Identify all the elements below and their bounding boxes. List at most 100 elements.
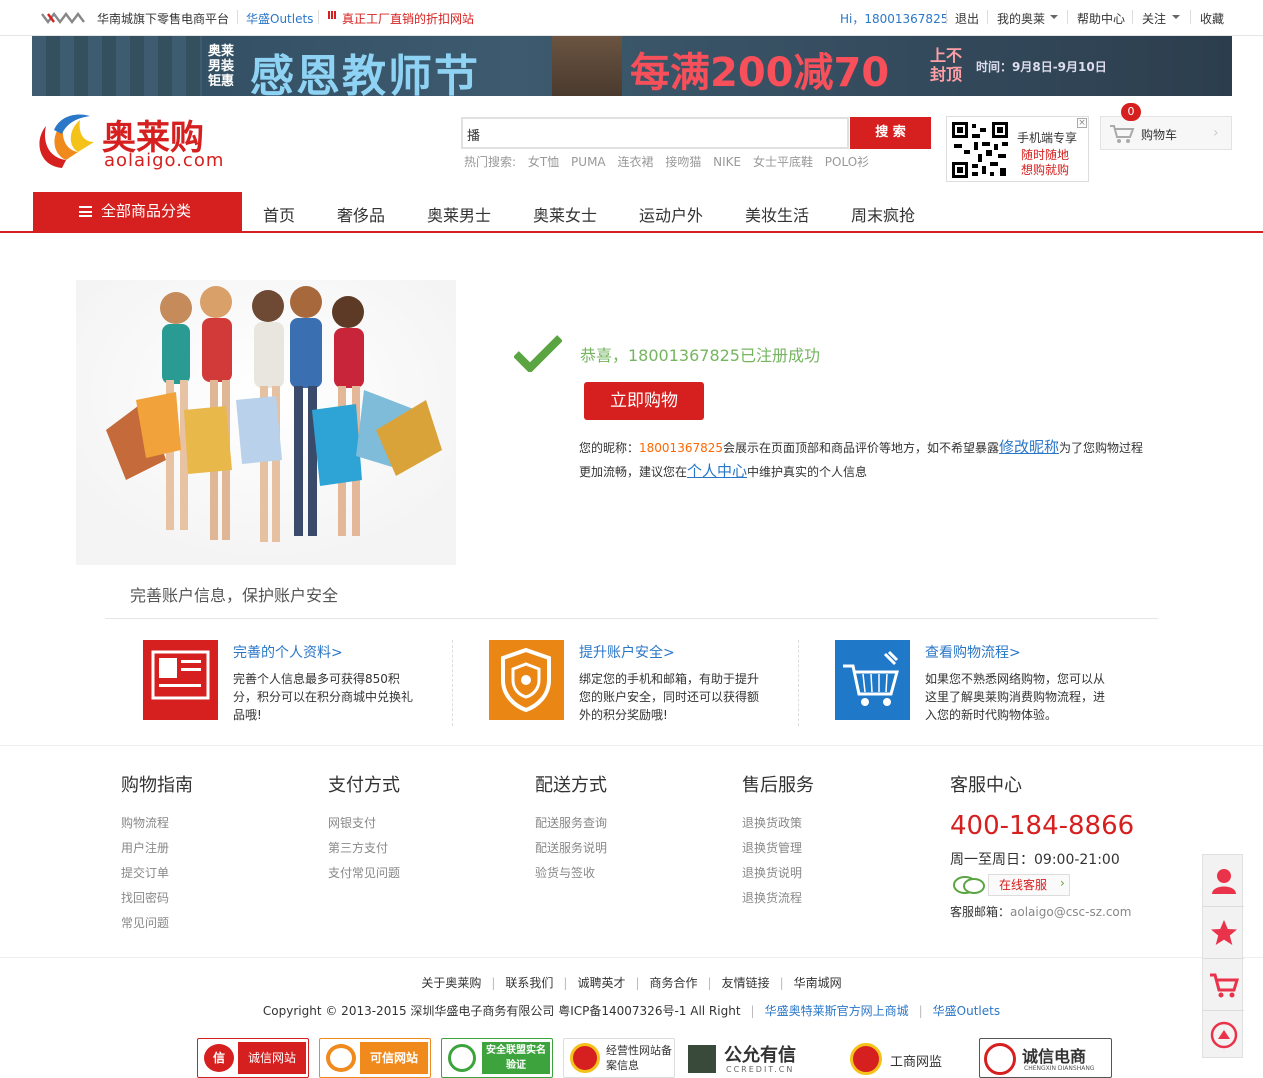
help-link[interactable]: 帮助中心 bbox=[1077, 10, 1125, 27]
footer-link[interactable]: 配送服务查询 bbox=[535, 811, 607, 836]
huanancheng-link[interactable]: 华南城网 bbox=[794, 976, 842, 990]
badge-anquan[interactable]: 安全联盟实名验证 bbox=[441, 1038, 553, 1078]
footer-link[interactable]: 配送服务说明 bbox=[535, 836, 607, 861]
hot-search-item[interactable]: NIKE bbox=[713, 155, 741, 169]
mall-link[interactable]: 华盛奥特莱斯官方网上商城 bbox=[765, 1004, 909, 1018]
card-desc: 如果您不熟悉网络购物，您可以从这里了解奥莱购消费购物流程，进入您的新时代购物体验… bbox=[925, 672, 1106, 722]
profile-info: 更加流畅，建议您在个人中心中维护真实的个人信息 bbox=[579, 462, 868, 480]
badge-kexin[interactable]: 可信网站 bbox=[319, 1038, 431, 1078]
chevron-right-icon: › bbox=[1060, 876, 1065, 890]
footer-link[interactable]: 验货与签收 bbox=[535, 861, 607, 886]
all-categories-button[interactable]: 全部商品分类 bbox=[33, 192, 242, 233]
footer-link[interactable]: 退换货政策 bbox=[742, 811, 814, 836]
footer-link[interactable]: 退换货管理 bbox=[742, 836, 814, 861]
card-security[interactable]: 提升账户安全> 绑定您的手机和邮箱，有助于提升您的账户安全，同时还可以获得额外的… bbox=[489, 640, 809, 725]
nickname-info: 您的昵称：18001367825会展示在页面顶部和商品评价等地方，如不希望暴露修… bbox=[579, 438, 1144, 456]
success-message: 恭喜，18001367825已注册成功 bbox=[580, 346, 820, 365]
footer-link[interactable]: 购物流程 bbox=[121, 811, 193, 836]
hot-search-label: 热门搜索: bbox=[464, 155, 517, 169]
card-profile[interactable]: 完善的个人资料> 完善个人信息最多可获得850积分，积分可以在积分商城中兑换礼品… bbox=[143, 640, 463, 725]
close-icon[interactable]: × bbox=[1077, 118, 1087, 128]
cart-button[interactable]: 购物车 › 0 bbox=[1100, 103, 1232, 150]
service-hours: 周一至周日：09:00-21:00 bbox=[950, 852, 1120, 868]
shop-now-button[interactable]: 立即购物 bbox=[584, 382, 704, 420]
outlets-footer-link[interactable]: 华盛Outlets bbox=[933, 1004, 1000, 1018]
hot-search-item[interactable]: 接吻猫 bbox=[665, 155, 701, 169]
top-bar: 华南城旗下零售电商平台 华盛Outlets 真正工厂直销的折扣网站 Hi，180… bbox=[0, 0, 1263, 36]
contact-link[interactable]: 联系我们 bbox=[505, 976, 553, 990]
factory-link[interactable]: 真正工厂直销的折扣网站 bbox=[342, 10, 474, 27]
footer-help: 购物指南 购物流程 用户注册 提交订单 找回密码 常见问题 支付方式 网银支付 … bbox=[0, 745, 1263, 957]
nav-item-sports[interactable]: 运动户外 bbox=[639, 202, 703, 226]
personal-center-link[interactable]: 个人中心 bbox=[687, 462, 747, 480]
about-link[interactable]: 关于奥莱购 bbox=[421, 976, 481, 990]
friend-links[interactable]: 友情链接 bbox=[722, 976, 770, 990]
chevron-down-icon bbox=[1050, 15, 1058, 23]
edit-nickname-link[interactable]: 修改昵称 bbox=[999, 438, 1059, 456]
promo-banner[interactable]: 奥莱男装钜惠 感恩教师节 每满200减70 上不封顶 时间：9月8日-9月10日 bbox=[32, 36, 1232, 96]
footer-col-guide: 购物指南 购物流程 用户注册 提交订单 找回密码 常见问题 bbox=[121, 771, 193, 936]
chat-icon bbox=[953, 876, 985, 894]
footer-link[interactable]: 找回密码 bbox=[121, 886, 193, 911]
favorite-link[interactable]: 收藏 bbox=[1200, 10, 1224, 27]
nav-item-luxury[interactable]: 奢侈品 bbox=[337, 202, 385, 226]
hot-search-item[interactable]: 女士平底鞋 bbox=[753, 155, 813, 169]
footer-link[interactable]: 退换货说明 bbox=[742, 861, 814, 886]
id-card-icon bbox=[143, 640, 218, 720]
card-shopping-process[interactable]: 查看购物流程> 如果您不熟悉网络购物，您可以从这里了解奥莱购消费购物流程，进入您… bbox=[835, 640, 1155, 725]
search-input[interactable]: 播 bbox=[461, 117, 849, 149]
follow-menu[interactable]: 关注 bbox=[1142, 10, 1166, 27]
cart-count-badge: 0 bbox=[1121, 103, 1141, 121]
badge-jingying[interactable]: 经营性网站备案信息 bbox=[563, 1038, 675, 1078]
section-title: 完善账户信息，保护账户安全 bbox=[130, 586, 339, 605]
footer-link[interactable]: 支付常见问题 bbox=[328, 861, 400, 886]
hot-search-item[interactable]: 女T恤 bbox=[528, 155, 559, 169]
outlets-link[interactable]: 华盛Outlets bbox=[246, 10, 313, 27]
banner-model-image bbox=[552, 36, 622, 96]
site-logo[interactable]: 奥莱购 aolaigo.com bbox=[32, 108, 242, 174]
hot-search-item[interactable]: POLO衫 bbox=[825, 155, 869, 169]
card-title[interactable]: 查看购物流程> bbox=[925, 642, 1021, 662]
footer-link[interactable]: 退换货流程 bbox=[742, 886, 814, 911]
footer-link[interactable]: 网银支付 bbox=[328, 811, 400, 836]
hot-search-item[interactable]: 连衣裙 bbox=[617, 155, 653, 169]
online-service-button[interactable]: 在线客服 › bbox=[950, 873, 1070, 897]
hot-searches: 热门搜索: 女T恤 PUMA 连衣裙 接吻猫 NIKE 女士平底鞋 POLO衫 bbox=[464, 153, 877, 170]
user-icon bbox=[1212, 869, 1236, 894]
badge-ccredit[interactable]: 公允有信 CCREDIT.CN bbox=[685, 1038, 797, 1078]
nav-item-weekend[interactable]: 周末疯抢 bbox=[851, 202, 915, 226]
my-account-menu[interactable]: 我的奥莱 bbox=[997, 10, 1045, 27]
business-link[interactable]: 商务合作 bbox=[650, 976, 698, 990]
qr-line1: 手机端专享 bbox=[1017, 131, 1078, 145]
badge-chengxin[interactable]: 信 诚信网站 bbox=[197, 1038, 309, 1078]
logout-link[interactable]: 退出 bbox=[955, 10, 979, 27]
footer-col-delivery: 配送方式 配送服务查询 配送服务说明 验货与签收 bbox=[535, 771, 607, 886]
banner-cap: 上不封顶 bbox=[930, 46, 963, 84]
footer-link[interactable]: 常见问题 bbox=[121, 911, 193, 936]
qr-code-icon bbox=[950, 120, 1010, 180]
badge-chengxin-dianshang[interactable]: 诚信电商 CHENGXIN DIANSHANG bbox=[979, 1038, 1112, 1078]
side-account-button[interactable] bbox=[1203, 855, 1244, 907]
back-to-top-button[interactable] bbox=[1203, 1011, 1244, 1063]
search-button[interactable]: 搜 索 bbox=[850, 117, 931, 149]
card-title[interactable]: 提升账户安全> bbox=[579, 642, 675, 662]
nav-item-home[interactable]: 首页 bbox=[263, 202, 295, 226]
footer-link[interactable]: 提交订单 bbox=[121, 861, 193, 886]
card-title[interactable]: 完善的个人资料> bbox=[233, 642, 343, 662]
nav-item-men[interactable]: 奥莱男士 bbox=[427, 202, 491, 226]
shopping-women-image bbox=[76, 280, 456, 565]
card-desc: 绑定您的手机和邮箱，有助于提升您的账户安全，同时还可以获得额外的积分奖励哦! bbox=[579, 672, 760, 722]
footer-link[interactable]: 第三方支付 bbox=[328, 836, 400, 861]
mobile-qr-panel: 手机端专享 随时随地 想购就购 × bbox=[946, 116, 1089, 182]
footer-col-service: 客服中心 400-184-8866 周一至周日：09:00-21:00 在线客服… bbox=[950, 775, 1135, 919]
qr-line3: 想购就购 bbox=[1021, 163, 1070, 177]
jobs-link[interactable]: 诚聘英才 bbox=[577, 976, 625, 990]
hot-search-item[interactable]: PUMA bbox=[571, 155, 606, 169]
badge-gongshang[interactable]: 工商网监 bbox=[845, 1038, 957, 1078]
greeting[interactable]: Hi，18001367825 bbox=[840, 10, 948, 27]
side-cart-button[interactable] bbox=[1203, 959, 1244, 1011]
footer-link[interactable]: 用户注册 bbox=[121, 836, 193, 861]
nav-item-beauty[interactable]: 美妆生活 bbox=[745, 202, 809, 226]
side-favorite-button[interactable] bbox=[1203, 907, 1244, 959]
nav-item-women[interactable]: 奥莱女士 bbox=[533, 202, 597, 226]
